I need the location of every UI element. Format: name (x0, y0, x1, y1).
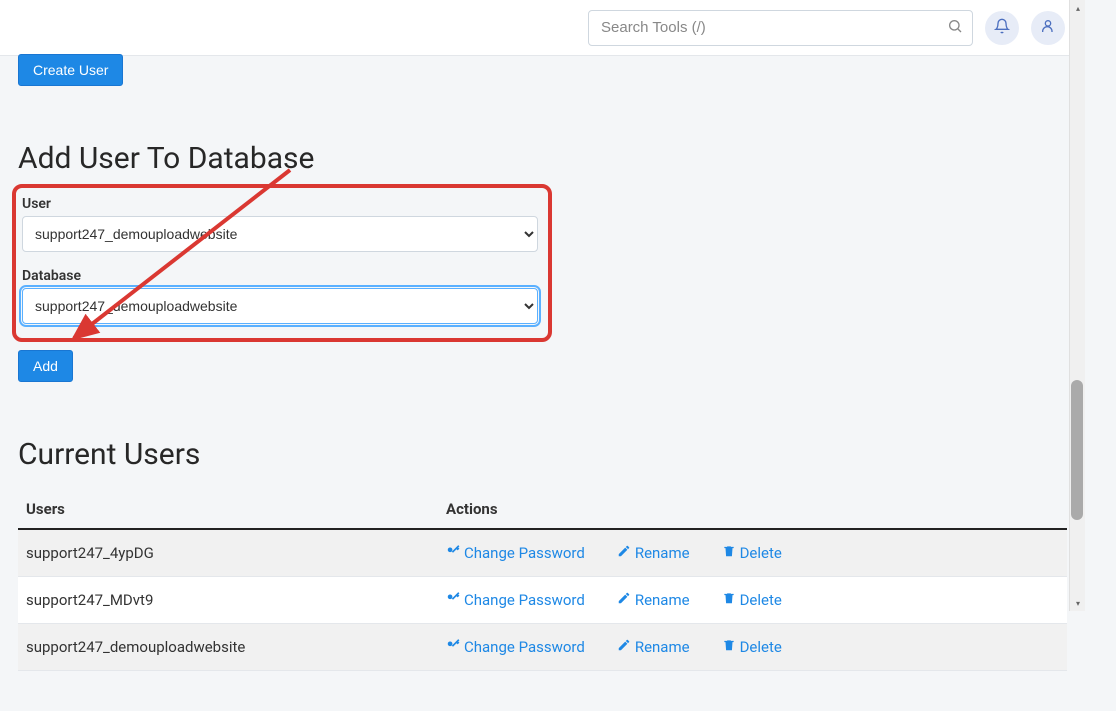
trash-icon (722, 544, 736, 562)
account-button[interactable] (1031, 11, 1065, 45)
current-users-table: Users Actions support247_4ypDGChange Pas… (18, 490, 1067, 671)
actions-cell: Change Password Rename Delete (438, 577, 1067, 624)
rename-link[interactable]: Rename (617, 544, 690, 562)
change-password-link[interactable]: Change Password (446, 544, 585, 562)
table-row: support247_4ypDG Change Password Rename Del… (18, 529, 1067, 577)
user-select[interactable]: support247_demouploadwebsite (22, 216, 538, 252)
key-icon (446, 591, 460, 609)
col-actions: Actions (438, 490, 1067, 529)
current-users-heading: Current Users (18, 437, 1067, 472)
user-cell: support247_demouploadwebsite (18, 624, 438, 671)
scrollbar[interactable]: ▴ ▾ (1069, 0, 1085, 611)
change-password-link[interactable]: Change Password (446, 591, 585, 609)
database-select[interactable]: support247_demouploadwebsite (22, 288, 538, 324)
actions-cell: Change Password Rename Delete (438, 529, 1067, 577)
pencil-icon (617, 638, 631, 656)
delete-link[interactable]: Delete (722, 544, 782, 562)
add-button[interactable]: Add (18, 350, 73, 382)
highlight-annotation-box: User support247_demouploadwebsite Databa… (12, 184, 552, 342)
table-row: support247_demouploadwebsiteChange Passw… (18, 624, 1067, 671)
top-bar (0, 0, 1085, 56)
scroll-up-arrow[interactable]: ▴ (1070, 0, 1086, 16)
trash-icon (722, 638, 736, 656)
pencil-icon (617, 544, 631, 562)
bell-icon (994, 18, 1010, 37)
pencil-icon (617, 591, 631, 609)
add-user-heading: Add User To Database (18, 141, 1067, 176)
database-label: Database (22, 268, 542, 284)
col-users: Users (18, 490, 438, 529)
trash-icon (722, 591, 736, 609)
key-icon (446, 544, 460, 562)
create-user-button[interactable]: Create User (18, 54, 123, 86)
key-icon (446, 638, 460, 656)
delete-link[interactable]: Delete (722, 591, 782, 609)
user-label: User (22, 196, 542, 212)
scrollbar-thumb[interactable] (1071, 380, 1083, 520)
rename-link[interactable]: Rename (617, 638, 690, 656)
user-cell: support247_4ypDG (18, 529, 438, 577)
notifications-button[interactable] (985, 11, 1019, 45)
delete-link[interactable]: Delete (722, 638, 782, 656)
scroll-down-arrow[interactable]: ▾ (1070, 595, 1086, 611)
search-input[interactable] (588, 10, 973, 46)
search-wrap (588, 10, 973, 46)
user-icon (1040, 18, 1056, 37)
content: Create User Add User To Database User su… (0, 56, 1085, 711)
rename-link[interactable]: Rename (617, 591, 690, 609)
change-password-link[interactable]: Change Password (446, 638, 585, 656)
actions-cell: Change Password Rename Delete (438, 624, 1067, 671)
table-row: support247_MDvt9 Change Password Rename Del… (18, 577, 1067, 624)
user-cell: support247_MDvt9 (18, 577, 438, 624)
